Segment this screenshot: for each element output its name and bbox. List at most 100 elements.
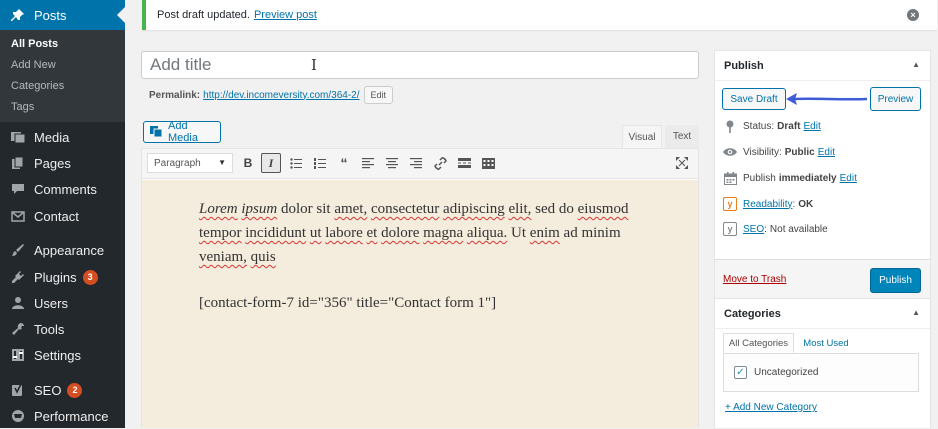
sidebar-item-media[interactable]: Media [0, 124, 125, 150]
performance-icon [10, 408, 26, 424]
sidebar-item-label: Media [34, 129, 70, 145]
permalink-row: Permalink: http://dev.incomeversity.com/… [149, 85, 394, 105]
publish-actions: Move to Trash Publish [715, 259, 930, 301]
permalink-url[interactable]: http://dev.incomeversity.com/364-2/ [203, 90, 359, 101]
sidebar-item-label: Appearance [34, 242, 105, 258]
sidebar-item-users[interactable]: Users [0, 290, 125, 316]
plugins-update-badge: 3 [82, 269, 98, 285]
schedule-edit-link[interactable]: Edit [840, 173, 857, 184]
seo-notification-badge: 2 [67, 382, 83, 398]
readability-link[interactable]: Readability [743, 199, 792, 210]
sidebar-item-pages[interactable]: Pages [0, 150, 125, 176]
sidebar-item-label: Users [34, 295, 68, 311]
sidebar-item-posts[interactable]: Posts [0, 0, 125, 30]
content-word: Ut [511, 225, 527, 241]
collapse-arrow-icon[interactable]: ▲ [912, 308, 920, 317]
category-checklist: ✓ Uncategorized [723, 353, 919, 392]
post-status-row: Status: Draft Edit [723, 117, 821, 135]
admin-sidebar: Posts All Posts Add New Categories Tags … [0, 0, 125, 428]
readability-value: OK [798, 198, 814, 210]
add-media-label: Add Media [168, 120, 198, 144]
sidebar-item-appearance[interactable]: Appearance [0, 237, 125, 263]
fullscreen-icon[interactable] [672, 153, 692, 173]
categories-header[interactable]: Categories ▲ [715, 299, 930, 329]
blockquote-icon[interactable]: “ [334, 153, 354, 173]
format-select-value: Paragraph [154, 157, 201, 169]
content-word: incididunt [245, 225, 307, 241]
content-paragraph-2: [contact-form-7 id="356" title="Contact … [199, 295, 497, 311]
paintbrush-icon [10, 242, 26, 258]
readability-yoast-icon: y [723, 197, 737, 211]
collapse-arrow-icon[interactable]: ▲ [912, 60, 920, 69]
content-word: aliqua. [466, 225, 508, 241]
content-word: tempor [199, 225, 242, 241]
read-more-icon[interactable] [454, 153, 474, 173]
numbered-list-icon[interactable] [310, 153, 330, 173]
italic-icon[interactable]: I [261, 153, 281, 173]
sidebar-item-settings[interactable]: Settings [0, 342, 125, 368]
toolbar-toggle-icon[interactable] [478, 153, 498, 173]
content-word: dolore [381, 225, 420, 241]
tab-all-categories[interactable]: All Categories [723, 333, 794, 353]
submenu-tags[interactable]: Tags [11, 101, 34, 113]
tab-visual[interactable]: Visual [622, 125, 662, 148]
sidebar-item-seo[interactable]: SEO 2 [0, 377, 125, 403]
add-media-button[interactable]: Add Media [143, 120, 221, 144]
pushpin-icon [10, 7, 26, 23]
content-word: do [558, 201, 574, 217]
dismiss-icon[interactable]: × [907, 9, 919, 21]
content-word: Lorem [199, 201, 238, 217]
post-title-input[interactable] [141, 51, 699, 79]
publish-title: Publish [724, 59, 764, 72]
sidebar-item-contact[interactable]: Contact [0, 203, 125, 229]
preview-button[interactable]: Preview [870, 87, 921, 111]
category-item[interactable]: ✓ Uncategorized [734, 366, 818, 379]
submenu-categories[interactable]: Categories [11, 80, 64, 92]
bulleted-list-icon[interactable] [286, 153, 306, 173]
posts-submenu: All Posts Add New Categories Tags [0, 30, 125, 122]
status-edit-link[interactable]: Edit [803, 121, 820, 132]
add-new-category-link[interactable]: + Add New Category [725, 402, 817, 413]
publish-button[interactable]: Publish [870, 268, 921, 293]
wrench-icon [10, 321, 26, 337]
bold-icon[interactable]: B [238, 153, 258, 173]
save-draft-button[interactable]: Save Draft [722, 88, 786, 110]
permalink-edit-button[interactable]: Edit [363, 86, 394, 104]
sidebar-item-comments[interactable]: Comments [0, 176, 125, 202]
content-word: sed [535, 201, 556, 217]
link-icon[interactable] [430, 153, 450, 173]
envelope-icon [10, 208, 26, 224]
align-left-icon[interactable] [358, 153, 378, 173]
sidebar-item-label: SEO [34, 382, 62, 398]
preview-post-link[interactable]: Preview post [254, 9, 317, 21]
align-center-icon[interactable] [382, 153, 402, 173]
seo-link[interactable]: SEO [743, 224, 764, 235]
sidebar-item-tools[interactable]: Tools [0, 316, 125, 342]
format-select[interactable]: Paragraph ▼ [147, 153, 233, 173]
submenu-all-posts[interactable]: All Posts [11, 38, 58, 50]
category-checkbox[interactable]: ✓ [734, 366, 747, 379]
classic-editor: Paragraph ▼ B I “ Lorem ipsum dolor sit … [141, 148, 699, 428]
sidebar-item-performance[interactable]: Performance [0, 403, 125, 429]
pin-icon [723, 119, 737, 133]
align-right-icon[interactable] [406, 153, 426, 173]
schedule-label: Publish [743, 172, 776, 184]
content-word: ipsum [241, 201, 278, 217]
eye-icon [723, 145, 737, 159]
category-label: Uncategorized [754, 367, 819, 378]
content-word: dolor [280, 201, 313, 217]
chevron-down-icon: ▼ [218, 158, 226, 167]
submenu-add-new[interactable]: Add New [11, 59, 56, 71]
sidebar-item-label: Contact [34, 208, 79, 224]
content-word: eiusmod [577, 201, 629, 217]
status-value: Draft [777, 120, 801, 132]
tab-most-used[interactable]: Most Used [796, 333, 856, 353]
sidebar-item-plugins[interactable]: Plugins 3 [0, 264, 125, 290]
status-label: Status: [743, 120, 775, 132]
editor-content-area[interactable]: Lorem ipsum dolor sit amet, consectetur … [142, 180, 698, 428]
publish-header[interactable]: Publish ▲ [715, 51, 930, 81]
tab-text[interactable]: Text [665, 125, 699, 148]
visibility-edit-link[interactable]: Edit [818, 147, 835, 158]
move-to-trash-link[interactable]: Move to Trash [723, 274, 786, 285]
content-word: minim [581, 225, 621, 241]
